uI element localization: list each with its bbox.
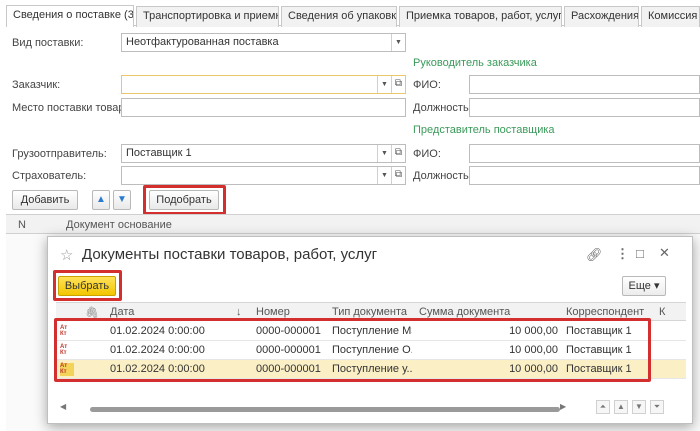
link-icon[interactable]: 🔗︎ (586, 247, 603, 263)
scroll-up-icon[interactable]: ▲ (614, 400, 628, 414)
maximize-icon[interactable]: □ (636, 246, 644, 261)
customer-head-position-label: Должность: (413, 102, 472, 114)
tab-commission[interactable]: Комиссия (641, 6, 700, 27)
scroll-down-icon[interactable]: ▼ (632, 400, 646, 414)
delivery-type-select[interactable]: Неотфактурованная поставка (121, 33, 406, 52)
tab-discrepancies[interactable]: Расхождения (564, 6, 639, 27)
more-vert-icon[interactable]: ⋮ (616, 246, 629, 262)
grid-col-n: N (18, 219, 26, 231)
tab-transport[interactable]: Транспортировка и приемка (136, 6, 279, 27)
add-button[interactable]: Добавить (12, 190, 78, 210)
shipper-value: Поставщик 1 (126, 147, 192, 159)
star-icon[interactable]: ☆ (60, 246, 73, 264)
tab-bar: Сведения о поставке (3) Транспортировка … (6, 4, 700, 27)
col-k[interactable]: К (659, 306, 665, 318)
chevron-down-icon[interactable]: ▼ (377, 76, 391, 93)
open-link-icon[interactable]: ⧉ (391, 167, 405, 184)
shipper-field[interactable]: Поставщик 1 (121, 144, 406, 163)
supplier-rep-title: Представитель поставщика (413, 124, 555, 136)
customer-field[interactable] (121, 75, 406, 94)
grid-col-doc: Документ основание (66, 219, 172, 231)
shipper-label: Грузоотправитель: (12, 148, 107, 160)
arrow-up-icon[interactable]: ▲ (92, 190, 110, 210)
col-sum[interactable]: Сумма документа (419, 306, 510, 318)
select-button[interactable]: Выбрать (58, 276, 116, 296)
tab-delivery-info[interactable]: Сведения о поставке (3) (6, 5, 134, 27)
col-doc-type[interactable]: Тип документа (332, 306, 407, 318)
col-date[interactable]: Дата (110, 306, 134, 318)
delivery-type-label: Вид поставки: (12, 37, 84, 49)
insurer-label: Страхователь: (12, 170, 87, 182)
supplier-rep-position-field[interactable] (469, 166, 700, 185)
sort-down-icon[interactable]: ↓ (236, 306, 242, 318)
horizontal-scrollbar[interactable]: ◀ ▶ (60, 402, 570, 413)
chevron-down-icon[interactable]: ▼ (391, 34, 405, 51)
open-link-icon[interactable]: ⧉ (391, 76, 405, 93)
supplier-rep-position-label: Должность: (413, 170, 472, 182)
place-field[interactable] (121, 98, 406, 117)
customer-head-position-field[interactable] (469, 98, 700, 117)
more-button[interactable]: Еще ▾ (622, 276, 666, 296)
customer-head-fio-field[interactable] (469, 75, 700, 94)
customer-head-title: Руководитель заказчика (413, 57, 537, 69)
delivery-type-value: Неотфактурованная поставка (126, 36, 279, 48)
tab-packaging[interactable]: Сведения об упаковке (281, 6, 397, 27)
tab-acceptance[interactable]: Приемка товаров, работ, услуг (3) (399, 6, 562, 27)
scroll-first-icon[interactable]: ⏶ (596, 400, 610, 414)
supplier-rep-fio-field[interactable] (469, 144, 700, 163)
scroll-left-icon[interactable]: ◀ (60, 402, 66, 411)
supplier-rep-fio-label: ФИО: (413, 148, 441, 160)
chevron-down-icon[interactable]: ▼ (377, 145, 391, 162)
insurer-field[interactable] (121, 166, 406, 185)
customer-head-fio-label: ФИО: (413, 79, 441, 91)
col-number[interactable]: Номер (256, 306, 290, 318)
open-link-icon[interactable]: ⧉ (391, 145, 405, 162)
col-correspondent[interactable]: Корреспондент (566, 306, 644, 318)
scroll-right-icon[interactable]: ▶ (560, 402, 566, 411)
scroll-last-icon[interactable]: ⏷ (650, 400, 664, 414)
dialog-title: Документы поставки товаров, работ, услуг (82, 246, 378, 263)
documents-dialog: ☆ Документы поставки товаров, работ, усл… (47, 236, 693, 424)
grid-header: N Документ основание (6, 214, 700, 234)
pick-button[interactable]: Подобрать (149, 190, 219, 210)
chevron-down-icon[interactable]: ▼ (377, 167, 391, 184)
scroll-thumb[interactable] (90, 407, 560, 412)
customer-label: Заказчик: (12, 79, 61, 91)
close-icon[interactable]: ✕ (659, 245, 670, 261)
arrow-down-icon[interactable]: ▼ (113, 190, 131, 210)
highlight-rows (54, 318, 651, 382)
place-label: Место поставки товара: (12, 102, 134, 114)
